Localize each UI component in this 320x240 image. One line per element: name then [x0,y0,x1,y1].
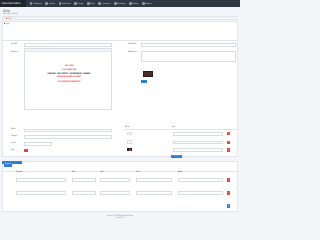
tab-options[interactable]: Seçenek [4,164,12,167]
status-select[interactable]: Etkin [24,142,52,146]
nav-dashboard[interactable]: Dashboard [29,2,42,5]
nav-design[interactable]: Design [74,2,83,5]
catalog-icon [45,2,48,5]
extensions-icon [58,2,62,5]
price-label: Fiyat [11,149,15,151]
model-label: Model [11,129,16,131]
opt-col-points: Puan [136,171,140,173]
tab-size[interactable]: Beden [16,164,22,166]
image-delete-1[interactable] [227,132,231,136]
product-name-input[interactable]: Lacivert Kadın Babet Ayakkabı - Rahat Ka… [24,43,112,47]
opt-row1-points[interactable]: + [136,178,172,182]
design-icon [74,2,77,5]
opt-row1-option[interactable]: Beden [16,178,66,182]
model-input[interactable]: LAD [24,128,112,132]
opt-row1-stock[interactable]: Evet [72,178,96,182]
status-label: Durum [11,143,16,144]
image-order-3[interactable] [173,148,223,152]
opt-row1-weight[interactable]: + [178,178,223,182]
nav-catalog[interactable]: Catalog [45,2,55,5]
opt-col-price: Fiyat [100,171,104,173]
opt-col-weight: Ağırlık [178,171,183,173]
opt-row2-weight[interactable]: + [178,191,223,195]
nav-customers[interactable]: Customers [98,2,110,5]
sales-icon [86,2,90,5]
customers-icon [98,2,101,5]
description-label: Açıklama [11,51,18,53]
image-thumb-2[interactable] [127,140,132,144]
editor-line-5: %100 MÜŞTERİ MEMNUNİYETİ [57,81,81,83]
editor-line-4: GÜNLÜK KULLANIM İÇİN İDEAL [56,77,82,79]
marketing-icon [114,2,117,5]
editor-line-3: KUNDURA · OZEL ÜRETİM · TUM BEDENLER · N… [47,73,91,75]
top-navbar: OpenCart Admin Dashboard Catalog Extensi… [0,0,240,7]
add-image-label: Resim Ekle [173,156,180,158]
editor-line-2: % 100 HAKİKİ DERİ [61,69,77,71]
image-thumb-1[interactable] [127,131,132,136]
nav-sales[interactable]: Sales [86,2,95,5]
opt-col-option: Seçenek [16,171,23,173]
image-select-button[interactable] [141,80,147,84]
options-card [2,161,238,212]
nav-marketing[interactable]: Marketing [114,2,125,5]
images-col-order: Sıra [172,126,175,128]
meta-title-label: Meta Başlık [128,44,137,46]
meta-title-input[interactable]: Ürün [141,43,236,47]
tab-bar: Genel [2,16,238,21]
category-label: Kategori [11,136,17,138]
opt-col-stock: Stok [72,171,76,173]
opt-row2-option[interactable]: Numara [16,191,66,195]
system-icon [128,2,132,5]
opt-row2-points[interactable]: + [136,191,172,195]
tab-general[interactable]: Genel [3,16,15,21]
footer: OpenCart © 2009-2024 Tüm Hakları Saklıdı… [0,216,240,220]
opt-row2-stock[interactable]: Evet [72,191,96,195]
alert-tag: Uyarı [3,22,10,25]
nav-system[interactable]: System [128,2,138,5]
add-image-button[interactable]: Resim Ekle [171,155,182,159]
editor-line-1: 3 AL 2 ÖDE [64,66,74,68]
page-title: Ürün [3,8,11,13]
reports-icon [141,2,145,5]
editor-toolbar[interactable] [25,49,111,52]
brand-logo[interactable]: OpenCart Admin [0,0,26,7]
description-editor[interactable]: 3 AL 2 ÖDE % 100 HAKİKİ DERİ KUNDURA · O… [24,48,112,111]
dashboard-icon [29,2,33,5]
breadcrumb[interactable]: Ana Sayfa / Ürünler [3,13,18,15]
product-name-label: Ürün Adı [11,44,18,46]
image-order-1[interactable] [173,132,223,136]
nav-extensions[interactable]: Extensions [58,2,71,5]
image-thumb-3[interactable] [127,147,132,152]
nav-reports[interactable]: Reports [141,2,152,5]
keywords-textarea[interactable] [141,51,236,63]
product-thumbnail[interactable] [143,70,153,78]
images-col-image: Resim [125,126,130,128]
footer-version: Version 3.0.3.8 [115,217,125,219]
category-select[interactable]: Ayakkabı [24,135,112,139]
opt-row1-price[interactable]: + [100,178,130,182]
image-order-2[interactable] [173,140,223,144]
opt-row2-price[interactable]: + [100,191,130,195]
keywords-label: Anahtar Kel. [128,52,137,54]
